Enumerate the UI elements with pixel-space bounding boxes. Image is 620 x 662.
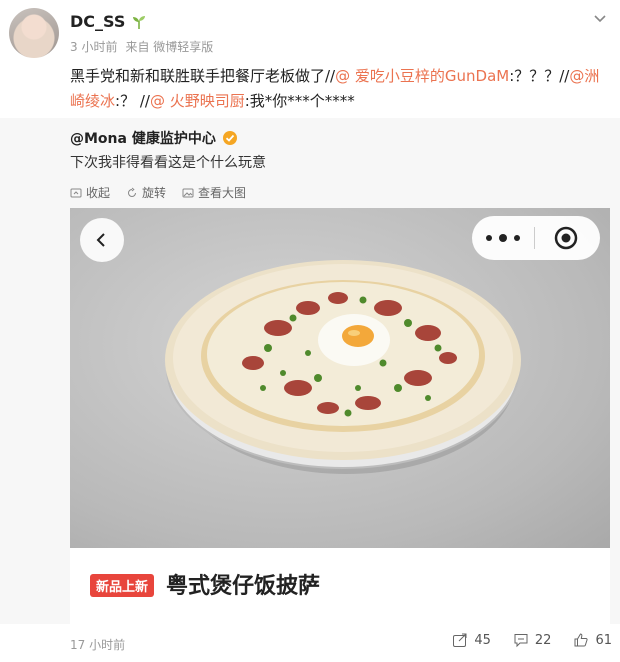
collapse-label: 收起 — [86, 186, 111, 200]
chevron-down-icon[interactable] — [592, 10, 608, 26]
dish-name: 粤式煲仔饭披萨 — [166, 574, 321, 599]
repost-count: 45 — [474, 632, 491, 648]
footer-time: 17 小时前 — [70, 638, 126, 652]
post-actions: 45 22 61 — [452, 632, 612, 648]
image-icon — [182, 188, 194, 197]
avatar[interactable] — [9, 8, 59, 58]
post-username[interactable]: DC_SS — [70, 12, 147, 31]
post-text: 黑手党和新和联胜联手把餐厅老板做了//@ 爱吃小豆梓的GunDaM:？？？// @… — [70, 64, 610, 114]
rotate-icon — [128, 187, 137, 197]
repost-text: 下次我非得看看这是个什么玩意 — [70, 155, 266, 171]
mention-link[interactable]: @ 火野映司厨 — [150, 92, 245, 110]
back-button[interactable] — [80, 218, 124, 262]
username-text[interactable]: DC_SS — [70, 12, 125, 31]
text-suffix: :我*你***个**** — [244, 92, 355, 110]
thumbs-up-icon — [574, 633, 589, 647]
text-mid: :？？？// — [509, 67, 570, 85]
repost-author-name[interactable]: @Mona 健康监护中心 — [70, 128, 216, 148]
text-prefix: 黑手党和新和联胜联手把餐厅老板做了// — [70, 67, 336, 85]
collapse-icon — [70, 188, 82, 197]
chevron-left-icon — [96, 233, 105, 247]
comment-icon — [514, 634, 528, 648]
image-actions: 收起 旋转 查看大图 — [70, 184, 246, 201]
comment-button[interactable]: 22 — [513, 632, 552, 648]
repost-author[interactable]: @Mona 健康监护中心 — [70, 128, 238, 148]
share-icon — [453, 633, 467, 647]
post-image[interactable] — [70, 208, 610, 548]
comment-count: 22 — [534, 632, 552, 648]
repost-card[interactable]: @Mona 健康监护中心 下次我非得看看这是个什么玩意 收起 旋转 查看大图 新… — [0, 118, 620, 624]
mention-link[interactable]: @ 爱吃小豆梓的GunDaM — [335, 67, 509, 85]
like-count: 61 — [595, 632, 612, 648]
post-source[interactable]: 来自 微博轻享版 — [125, 38, 213, 55]
target-icon — [554, 226, 578, 250]
close-miniprogram-button[interactable] — [535, 216, 597, 260]
view-large-button[interactable]: 查看大图 — [182, 184, 246, 201]
repost-button[interactable]: 45 — [452, 632, 491, 648]
verified-badge-icon — [222, 131, 237, 145]
post-time: 3 小时前 — [70, 40, 118, 54]
like-button[interactable]: 61 — [573, 632, 612, 648]
view-large-label: 查看大图 — [198, 186, 247, 200]
collapse-button[interactable]: 收起 — [70, 184, 110, 201]
post-meta: 3 小时前 来自 微博轻享版 — [70, 38, 213, 55]
product-banner: 新品上新 粤式煲仔饭披萨 — [70, 548, 610, 624]
new-product-tag: 新品上新 — [90, 574, 155, 597]
pizza-image — [165, 260, 521, 474]
text-mid: :？ // — [115, 92, 150, 110]
rotate-label: 旋转 — [142, 186, 167, 200]
rotate-button[interactable]: 旋转 — [126, 184, 166, 201]
sprout-icon — [133, 15, 146, 29]
